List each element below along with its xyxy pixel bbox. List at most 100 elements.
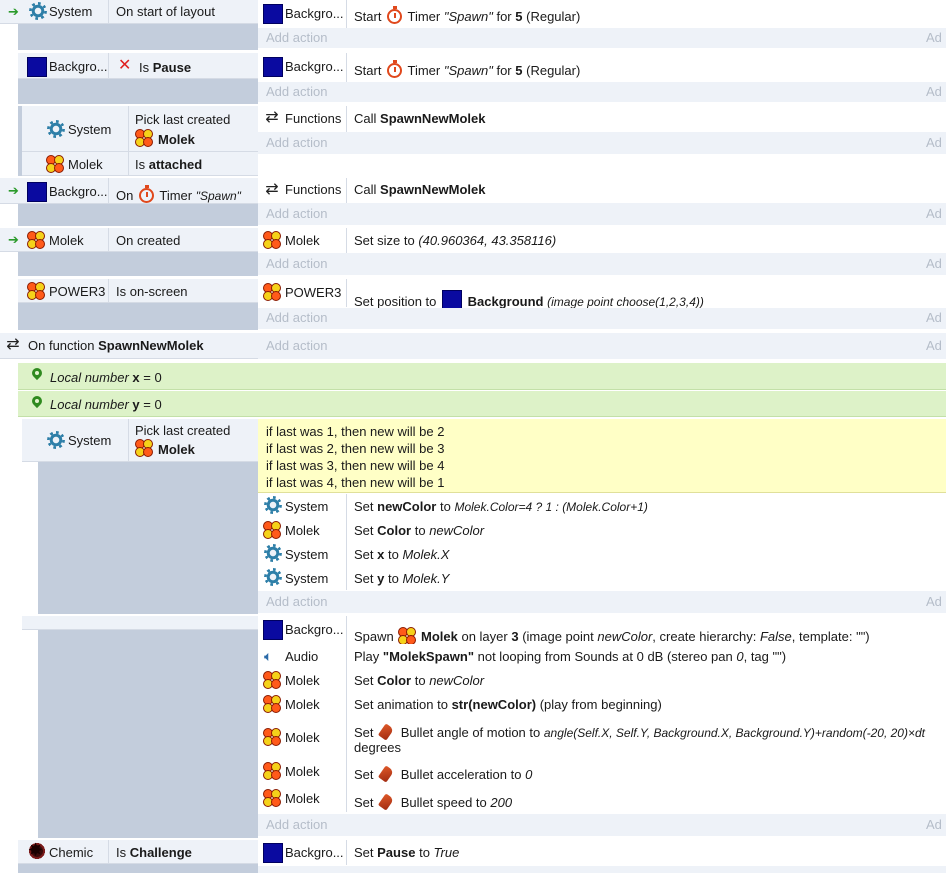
- event-4[interactable]: ➔ Backgro... On Timer "Spawn" ⇄ Function…: [0, 178, 946, 226]
- condition-text: Is attached: [135, 157, 203, 172]
- action-row[interactable]: System Set newColor to Molek.Color=4 ? 1…: [258, 494, 946, 518]
- action-row[interactable]: Molek Set Color to newColor: [258, 668, 946, 692]
- action-row[interactable]: System Set y to Molek.Y: [258, 566, 946, 590]
- action-row[interactable]: ⇄ Functions Call SpawnNewMolek: [258, 106, 946, 132]
- action-object: Molek: [285, 523, 320, 538]
- action-row[interactable]: System Set x to Molek.X: [258, 542, 946, 566]
- action-text: Set y to Molek.Y: [354, 571, 450, 586]
- action-row[interactable]: Molek Set Color to newColor: [258, 518, 946, 542]
- action-row[interactable]: ⇄ Functions Call SpawnNewMolek: [258, 178, 946, 203]
- local-variable-x[interactable]: Local number x = 0: [18, 363, 946, 390]
- add-action-link-right[interactable]: Ad: [926, 817, 942, 833]
- add-action-row[interactable]: Add action Ad: [258, 333, 946, 359]
- action-row[interactable]: Backgro... Start Timer "Spawn" for 5 (Re…: [258, 0, 946, 28]
- action-row[interactable]: Molek Set Bullet acceleration to 0: [258, 758, 946, 784]
- add-action-link-right[interactable]: Ad: [926, 206, 942, 222]
- add-action-link[interactable]: Add action: [266, 310, 327, 326]
- add-action-link-right[interactable]: Ad: [926, 84, 942, 100]
- action-text: Set Bullet angle of motion to angle(Self…: [354, 723, 925, 741]
- timer-icon: [138, 185, 154, 203]
- add-action-link-right[interactable]: Ad: [926, 256, 942, 272]
- add-action-link[interactable]: Add action: [266, 256, 327, 272]
- molek-sprite-icon: [398, 627, 417, 645]
- local-variable-icon: [31, 368, 43, 384]
- action-text: Set newColor to Molek.Color=4 ? 1 : (Mol…: [354, 499, 648, 514]
- action-row[interactable]: Backgro... Set Pause to True: [258, 840, 946, 865]
- add-action-link-right[interactable]: Ad: [926, 594, 942, 610]
- add-action-link-right[interactable]: Ad: [926, 338, 942, 354]
- action-text: Set Bullet speed to 200: [354, 793, 513, 811]
- action-row[interactable]: Molek Set Bullet angle of motion to angl…: [258, 716, 946, 758]
- condition-row[interactable]: ➔ System On start of layout: [0, 0, 258, 24]
- action-row[interactable]: Backgro... Spawn Molek on layer 3 (image…: [258, 616, 946, 645]
- condition-row[interactable]: System Pick last created Molek: [22, 106, 258, 152]
- add-action-row[interactable]: Add action Ad: [258, 28, 946, 48]
- condition-row[interactable]: ➔ Backgro... On Timer "Spawn": [0, 178, 258, 204]
- sub-event-2[interactable]: Backgro... Spawn Molek on layer 3 (image…: [18, 616, 946, 838]
- action-text: Call SpawnNewMolek: [354, 182, 486, 197]
- add-action-row[interactable]: Add action Ad: [258, 253, 946, 275]
- event-5[interactable]: ➔ Molek On created Molek Set size to (40…: [0, 228, 946, 276]
- action-object: Audio: [285, 649, 319, 664]
- action-object: Backgro...: [285, 59, 344, 74]
- event-6[interactable]: POWER3 Is on-screen POWER3 Set position …: [0, 279, 946, 330]
- add-action-row[interactable]: Add action Ad: [258, 82, 946, 102]
- condition-row[interactable]: System Pick last created Molek: [22, 419, 258, 462]
- local-variable-y[interactable]: Local number y = 0: [18, 391, 946, 417]
- add-action-link[interactable]: Add action: [266, 84, 327, 100]
- action-text: Call SpawnNewMolek: [354, 111, 486, 126]
- action-row[interactable]: Backgro... Start Timer "Spawn" for 5 (Re…: [258, 53, 946, 82]
- event-3[interactable]: System Pick last created Molek Molek Is …: [0, 106, 946, 176]
- add-action-row[interactable]: Add action Ad: [258, 203, 946, 225]
- functions-icon: ⇄: [265, 181, 279, 198]
- action-row[interactable]: POWER3 Set position to Background (image…: [258, 279, 946, 310]
- sub-event-1[interactable]: System Pick last created Molek if last w…: [18, 419, 946, 614]
- condition-row[interactable]: POWER3 Is on-screen: [18, 279, 258, 303]
- action-row[interactable]: Molek Set animation to str(newColor) (pl…: [258, 692, 946, 716]
- add-action-link[interactable]: Add action: [266, 206, 327, 222]
- action-row[interactable]: 🔈︎ Audio Play "MolekSpawn" not looping f…: [258, 644, 946, 668]
- function-block-header[interactable]: ⇄ On function SpawnNewMolek: [0, 333, 258, 359]
- condition-object-name: Molek: [158, 132, 195, 147]
- action-row[interactable]: Molek Set size to (40.960364, 43.358116): [258, 228, 946, 253]
- add-action-row[interactable]: Add action Ad: [258, 132, 946, 154]
- condition-row[interactable]: Backgro... ✕ Is Pause: [18, 53, 258, 79]
- add-action-link-right[interactable]: Ad: [926, 30, 942, 46]
- gear-icon: [48, 432, 64, 448]
- condition-object: Backgro...: [49, 59, 108, 74]
- add-action-row[interactable]: Add action Ad: [258, 308, 946, 329]
- background-sprite-icon: [263, 57, 283, 77]
- action-object: Molek: [285, 791, 320, 806]
- function-label: On function SpawnNewMolek: [28, 338, 204, 353]
- audio-icon: 🔈︎: [264, 648, 273, 664]
- gear-icon: [265, 545, 281, 561]
- add-action-row[interactable]: [258, 866, 946, 873]
- action-object: Molek: [285, 764, 320, 779]
- action-row[interactable]: Molek Set Bullet speed to 200: [258, 784, 946, 812]
- condition-row[interactable]: Molek Is attached: [22, 152, 258, 176]
- add-action-row[interactable]: Add action Ad: [258, 591, 946, 613]
- event-2[interactable]: Backgro... ✕ Is Pause Backgro... Start T…: [0, 53, 946, 104]
- comment-line: if last was 4, then new will be 1: [266, 475, 445, 490]
- condition-text: Is Pause: [139, 60, 192, 75]
- add-action-link[interactable]: Add action: [266, 817, 327, 833]
- action-object: System: [285, 547, 329, 562]
- add-action-row[interactable]: Add action Ad: [258, 814, 946, 836]
- timer-icon: [387, 60, 403, 78]
- add-action-link[interactable]: Add action: [266, 338, 327, 354]
- add-action-link-right[interactable]: Ad: [926, 135, 942, 151]
- add-action-link[interactable]: Add action: [266, 594, 327, 610]
- condition-row[interactable]: ➔ Molek On created: [0, 228, 258, 252]
- condition-row[interactable]: Chemic Is Challenge: [18, 840, 258, 864]
- comment-block[interactable]: if last was 1, then new will be 2 if las…: [258, 419, 946, 493]
- add-action-link[interactable]: Add action: [266, 135, 327, 151]
- condition-text: Pick last created: [135, 112, 231, 127]
- action-text: Start Timer "Spawn" for 5 (Regular): [354, 6, 581, 24]
- add-action-link-right[interactable]: Ad: [926, 310, 942, 326]
- event-1[interactable]: ➔ System On start of layout Backgro... S…: [0, 0, 946, 50]
- empty-condition-row[interactable]: [22, 616, 258, 630]
- event-8[interactable]: Chemic Is Challenge Backgro... Set Pause…: [0, 840, 946, 873]
- add-action-link[interactable]: Add action: [266, 30, 327, 46]
- condition-text: On created: [116, 233, 181, 248]
- action-text: Play "MolekSpawn" not looping from Sound…: [354, 649, 787, 664]
